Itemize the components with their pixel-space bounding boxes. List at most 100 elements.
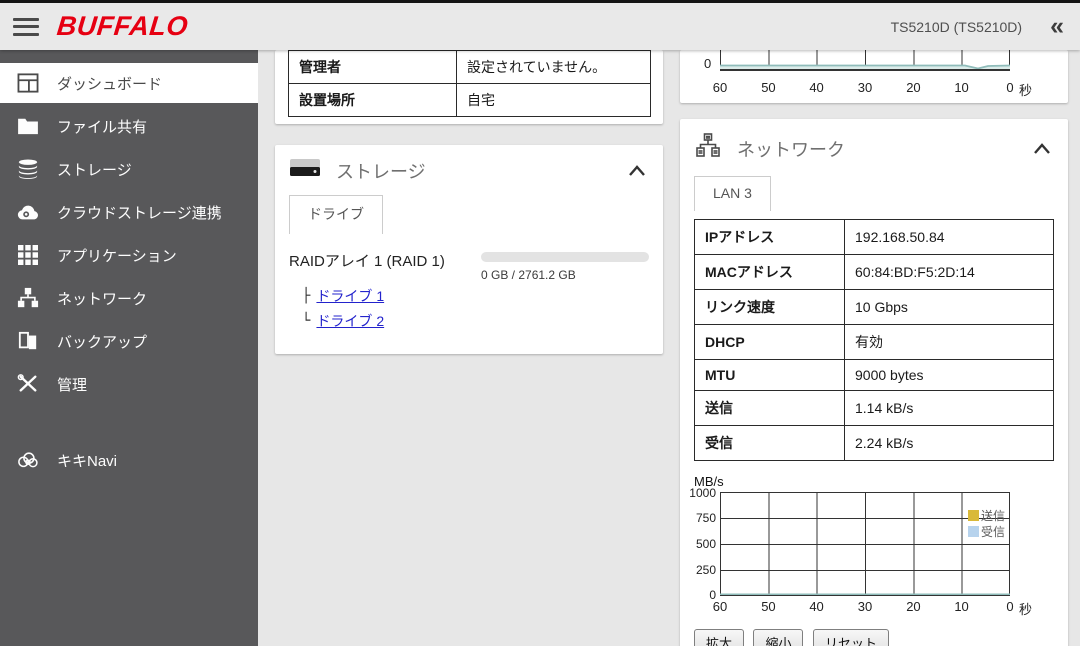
info-value: 自宅 [456, 83, 651, 117]
sidebar-item-label: 管理 [57, 376, 88, 394]
main-content: 管理者 設定されていません。 設置場所 自宅 ストレージ ドライブ RAIDアレ… [258, 50, 1080, 646]
table-row: 管理者 設定されていません。 [288, 50, 651, 84]
network-icon [15, 286, 41, 310]
x-axis-unit: 秒 [1018, 602, 1032, 617]
receive-swatch-icon [967, 525, 979, 537]
x-axis-tick: 0 [1006, 80, 1014, 95]
legend-label: 受信 [980, 524, 1005, 539]
capacity-usage-text: 0 GB / 2761.2 GB [481, 268, 576, 282]
tree-branch-glyph: ├ [302, 288, 311, 304]
net-label: リンク速度 [694, 289, 845, 325]
buffalo-logo: BUFFALO [55, 11, 190, 41]
y-axis-tick: 750 [695, 511, 716, 525]
x-axis-tick: 20 [906, 80, 921, 95]
list-item: ├ ドライブ 1 [302, 286, 481, 306]
tree-branch-glyph: └ [302, 313, 311, 329]
x-axis-tick: 50 [761, 80, 776, 95]
sidebar-item-management[interactable]: 管理 [0, 364, 258, 404]
network-traffic-chart: 送信 受信 [720, 492, 1010, 596]
x-axis-tick: 30 [857, 80, 873, 95]
tab-drives[interactable]: ドライブ [289, 195, 383, 234]
storage-icon [15, 157, 41, 181]
x-axis-tick: 30 [857, 599, 873, 614]
network-panel: ネットワーク LAN 3 IPアドレス 192.168.50.84 MACアドレ… [680, 119, 1068, 646]
sidebar-item-dashboard[interactable]: ダッシュボード [0, 63, 258, 103]
collapse-network-chevron-icon[interactable] [1030, 140, 1054, 158]
net-label: MTU [694, 359, 845, 391]
list-item: └ ドライブ 2 [302, 311, 481, 331]
sidebar-nav: ダッシュボード ファイル共有 ストレージ クラウドストレージ連携 アプリケーショ… [0, 50, 258, 646]
x-axis-tick: 40 [809, 80, 824, 95]
sidebar-item-network[interactable]: ネットワーク [0, 278, 258, 318]
reset-button[interactable]: リセット [812, 629, 889, 646]
folder-icon [15, 114, 41, 138]
net-value: 2.24 kB/s [844, 425, 1054, 461]
sidebar-item-label: バックアップ [57, 333, 148, 351]
collapse-storage-chevron-icon[interactable] [625, 162, 649, 180]
table-row: 送信 1.14 kB/s [694, 390, 1054, 426]
sidebar-item-label: クラウドストレージ連携 [57, 204, 222, 222]
top-bar: BUFFALO TS5210D (TS5210D) « [0, 0, 1080, 50]
x-axis-tick: 10 [954, 599, 969, 614]
sidebar-item-kikinavi[interactable]: キキNavi [0, 440, 258, 480]
backup-icon [15, 329, 41, 353]
x-axis-labels: 60 50 40 30 20 10 0 秒 [713, 596, 1032, 617]
partial-chart-panel: 0 60 50 40 30 20 10 0 秒 [680, 50, 1068, 103]
network-topology-icon [694, 132, 722, 165]
hard-drive-icon [289, 158, 321, 184]
system-info-table: 管理者 設定されていません。 設置場所 自宅 [288, 50, 651, 117]
capacity-progress-bar [481, 252, 649, 262]
sidebar-item-label: アプリケーション [57, 247, 177, 265]
x-axis-tick: 40 [809, 599, 824, 614]
drive-2-link[interactable]: ドライブ 2 [316, 311, 384, 331]
zoom-in-button[interactable]: 拡大 [694, 629, 745, 646]
x-axis-tick: 50 [761, 599, 776, 614]
net-label: 送信 [694, 390, 845, 426]
net-value: 60:84:BD:F5:2D:14 [844, 254, 1054, 290]
x-axis-tick: 10 [954, 80, 969, 95]
x-axis-tick: 60 [712, 599, 728, 614]
net-value: 9000 bytes [844, 359, 1054, 391]
table-row: MACアドレス 60:84:BD:F5:2D:14 [694, 254, 1054, 290]
net-label: MACアドレス [694, 254, 845, 290]
zoom-out-button[interactable]: 縮小 [753, 629, 804, 646]
network-info-table: IPアドレス 192.168.50.84 MACアドレス 60:84:BD:F5… [694, 219, 1054, 461]
y-axis-tick: 250 [695, 563, 716, 577]
legend-label: 送信 [980, 508, 1005, 523]
sidebar-item-label: キキNavi [57, 452, 118, 470]
apps-icon [15, 243, 41, 267]
sidebar-item-file-sharing[interactable]: ファイル共有 [0, 106, 258, 146]
x-axis-tick: 60 [712, 80, 728, 95]
storage-panel-title: ストレージ [336, 162, 426, 182]
hamburger-menu-icon[interactable] [13, 17, 39, 36]
sidebar-item-backup[interactable]: バックアップ [0, 321, 258, 361]
table-row: DHCP 有効 [694, 324, 1054, 360]
y-axis-labels: 1000 750 500 250 0 [689, 486, 720, 602]
chart-legend: 送信 受信 [967, 507, 1005, 539]
x-axis-unit: 秒 [1018, 83, 1032, 98]
sidebar-item-applications[interactable]: アプリケーション [0, 235, 258, 275]
chart-y-unit: MB/s [694, 474, 724, 489]
system-info-panel: 管理者 設定されていません。 設置場所 自宅 [275, 50, 663, 124]
storage-panel: ストレージ ドライブ RAIDアレイ 1 (RAID 1) ├ ドライブ 1 └… [275, 145, 663, 354]
x-axis-tick: 20 [906, 599, 921, 614]
table-row: 受信 2.24 kB/s [694, 425, 1054, 461]
sidebar-item-cloud-storage[interactable]: クラウドストレージ連携 [0, 192, 258, 232]
device-name: TS5210D (TS5210D) [890, 18, 1023, 35]
y-axis-tick: 1000 [689, 486, 716, 500]
dashboard-icon [15, 71, 41, 95]
info-label: 設置場所 [288, 83, 457, 117]
net-label: DHCP [694, 324, 845, 360]
drive-1-link[interactable]: ドライブ 1 [316, 286, 384, 306]
tab-lan3[interactable]: LAN 3 [694, 176, 771, 211]
table-row: 設置場所 自宅 [288, 83, 651, 117]
net-label: 受信 [694, 425, 845, 461]
legend-item-send: 送信 [967, 507, 1005, 523]
tools-icon [15, 372, 41, 396]
info-value: 設定されていません。 [456, 50, 651, 84]
net-label: IPアドレス [694, 219, 845, 255]
sidebar-item-storage[interactable]: ストレージ [0, 149, 258, 189]
collapse-panel-icon[interactable]: « [1050, 14, 1064, 39]
net-value: 有効 [844, 324, 1054, 360]
y-axis-tick: 500 [695, 537, 716, 551]
